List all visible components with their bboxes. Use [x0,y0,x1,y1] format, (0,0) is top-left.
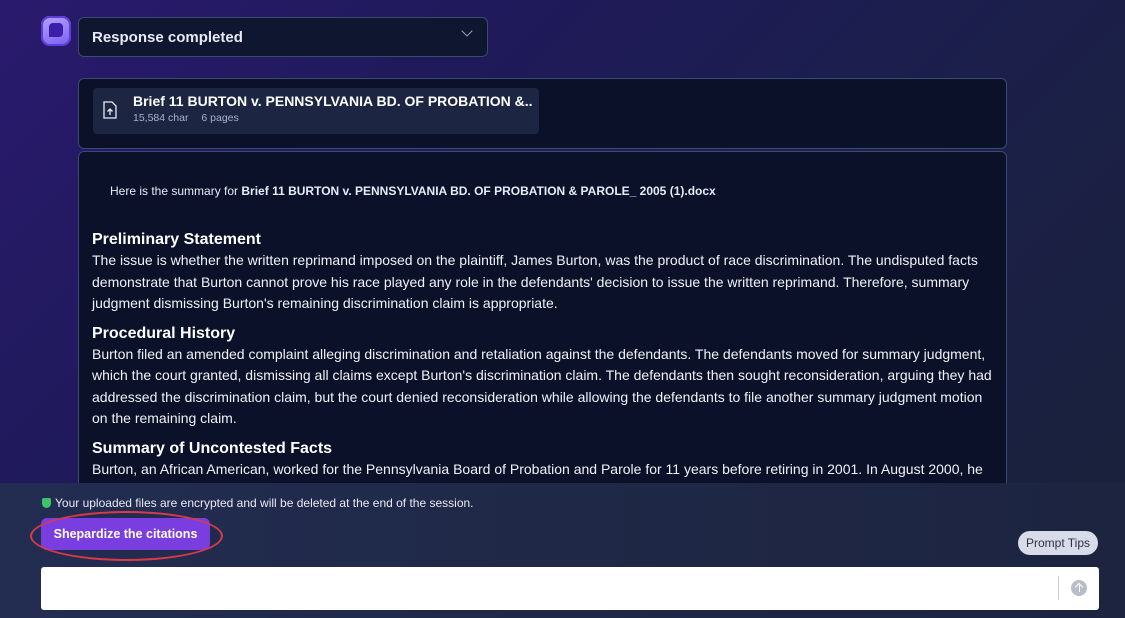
summary-intro-file: Brief 11 BURTON v. PENNSYLVANIA BD. OF P… [241,184,716,198]
section-body: The issue is whether the written reprima… [92,252,978,311]
chat-input-container [41,567,1099,610]
section-body: Burton filed an amended complaint allegi… [92,345,992,427]
summary-panel: Here is the summary for Brief 11 BURTON … [78,151,1007,491]
file-card[interactable]: Brief 11 BURTON v. PENNSYLVANIA BD. OF P… [93,88,539,134]
summary-intro-prefix: Here is the summary for [110,184,239,198]
prompt-tips-button[interactable]: Prompt Tips [1018,531,1098,555]
input-divider [1058,576,1059,600]
file-page-count: 6 pages [201,112,239,124]
shield-icon [42,498,51,508]
file-name: Brief 11 BURTON v. PENNSYLVANIA BD. OF P… [133,93,533,109]
section-heading: Procedural History [92,324,236,342]
chat-input[interactable] [51,575,1045,603]
section-body: Burton, an African American, worked for … [92,460,983,477]
summary-content: Preliminary Statement The issue is wheth… [92,230,997,489]
response-status-dropdown[interactable]: Response completed [78,17,488,57]
response-status-label: Response completed [92,29,243,46]
uploaded-file-panel: Brief 11 BURTON v. PENNSYLVANIA BD. OF P… [78,78,1007,149]
encryption-note-text: Your uploaded files are encrypted and wi… [55,496,474,510]
encryption-note: Your uploaded files are encrypted and wi… [42,496,474,510]
summary-intro: Here is the summary for Brief 11 BURTON … [110,184,716,198]
arrow-up-icon[interactable] [1071,580,1087,596]
section-heading: Summary of Uncontested Facts [92,439,333,457]
file-char-count: 15,584 char [133,112,189,124]
shepardize-citations-button[interactable]: Shepardize the citations [41,518,210,550]
file-meta: 15,584 char 6 pages [133,112,249,124]
chevron-down-icon[interactable] [461,25,473,37]
file-upload-icon [103,101,117,119]
section-heading: Preliminary Statement [92,231,261,248]
app-logo [41,16,71,46]
